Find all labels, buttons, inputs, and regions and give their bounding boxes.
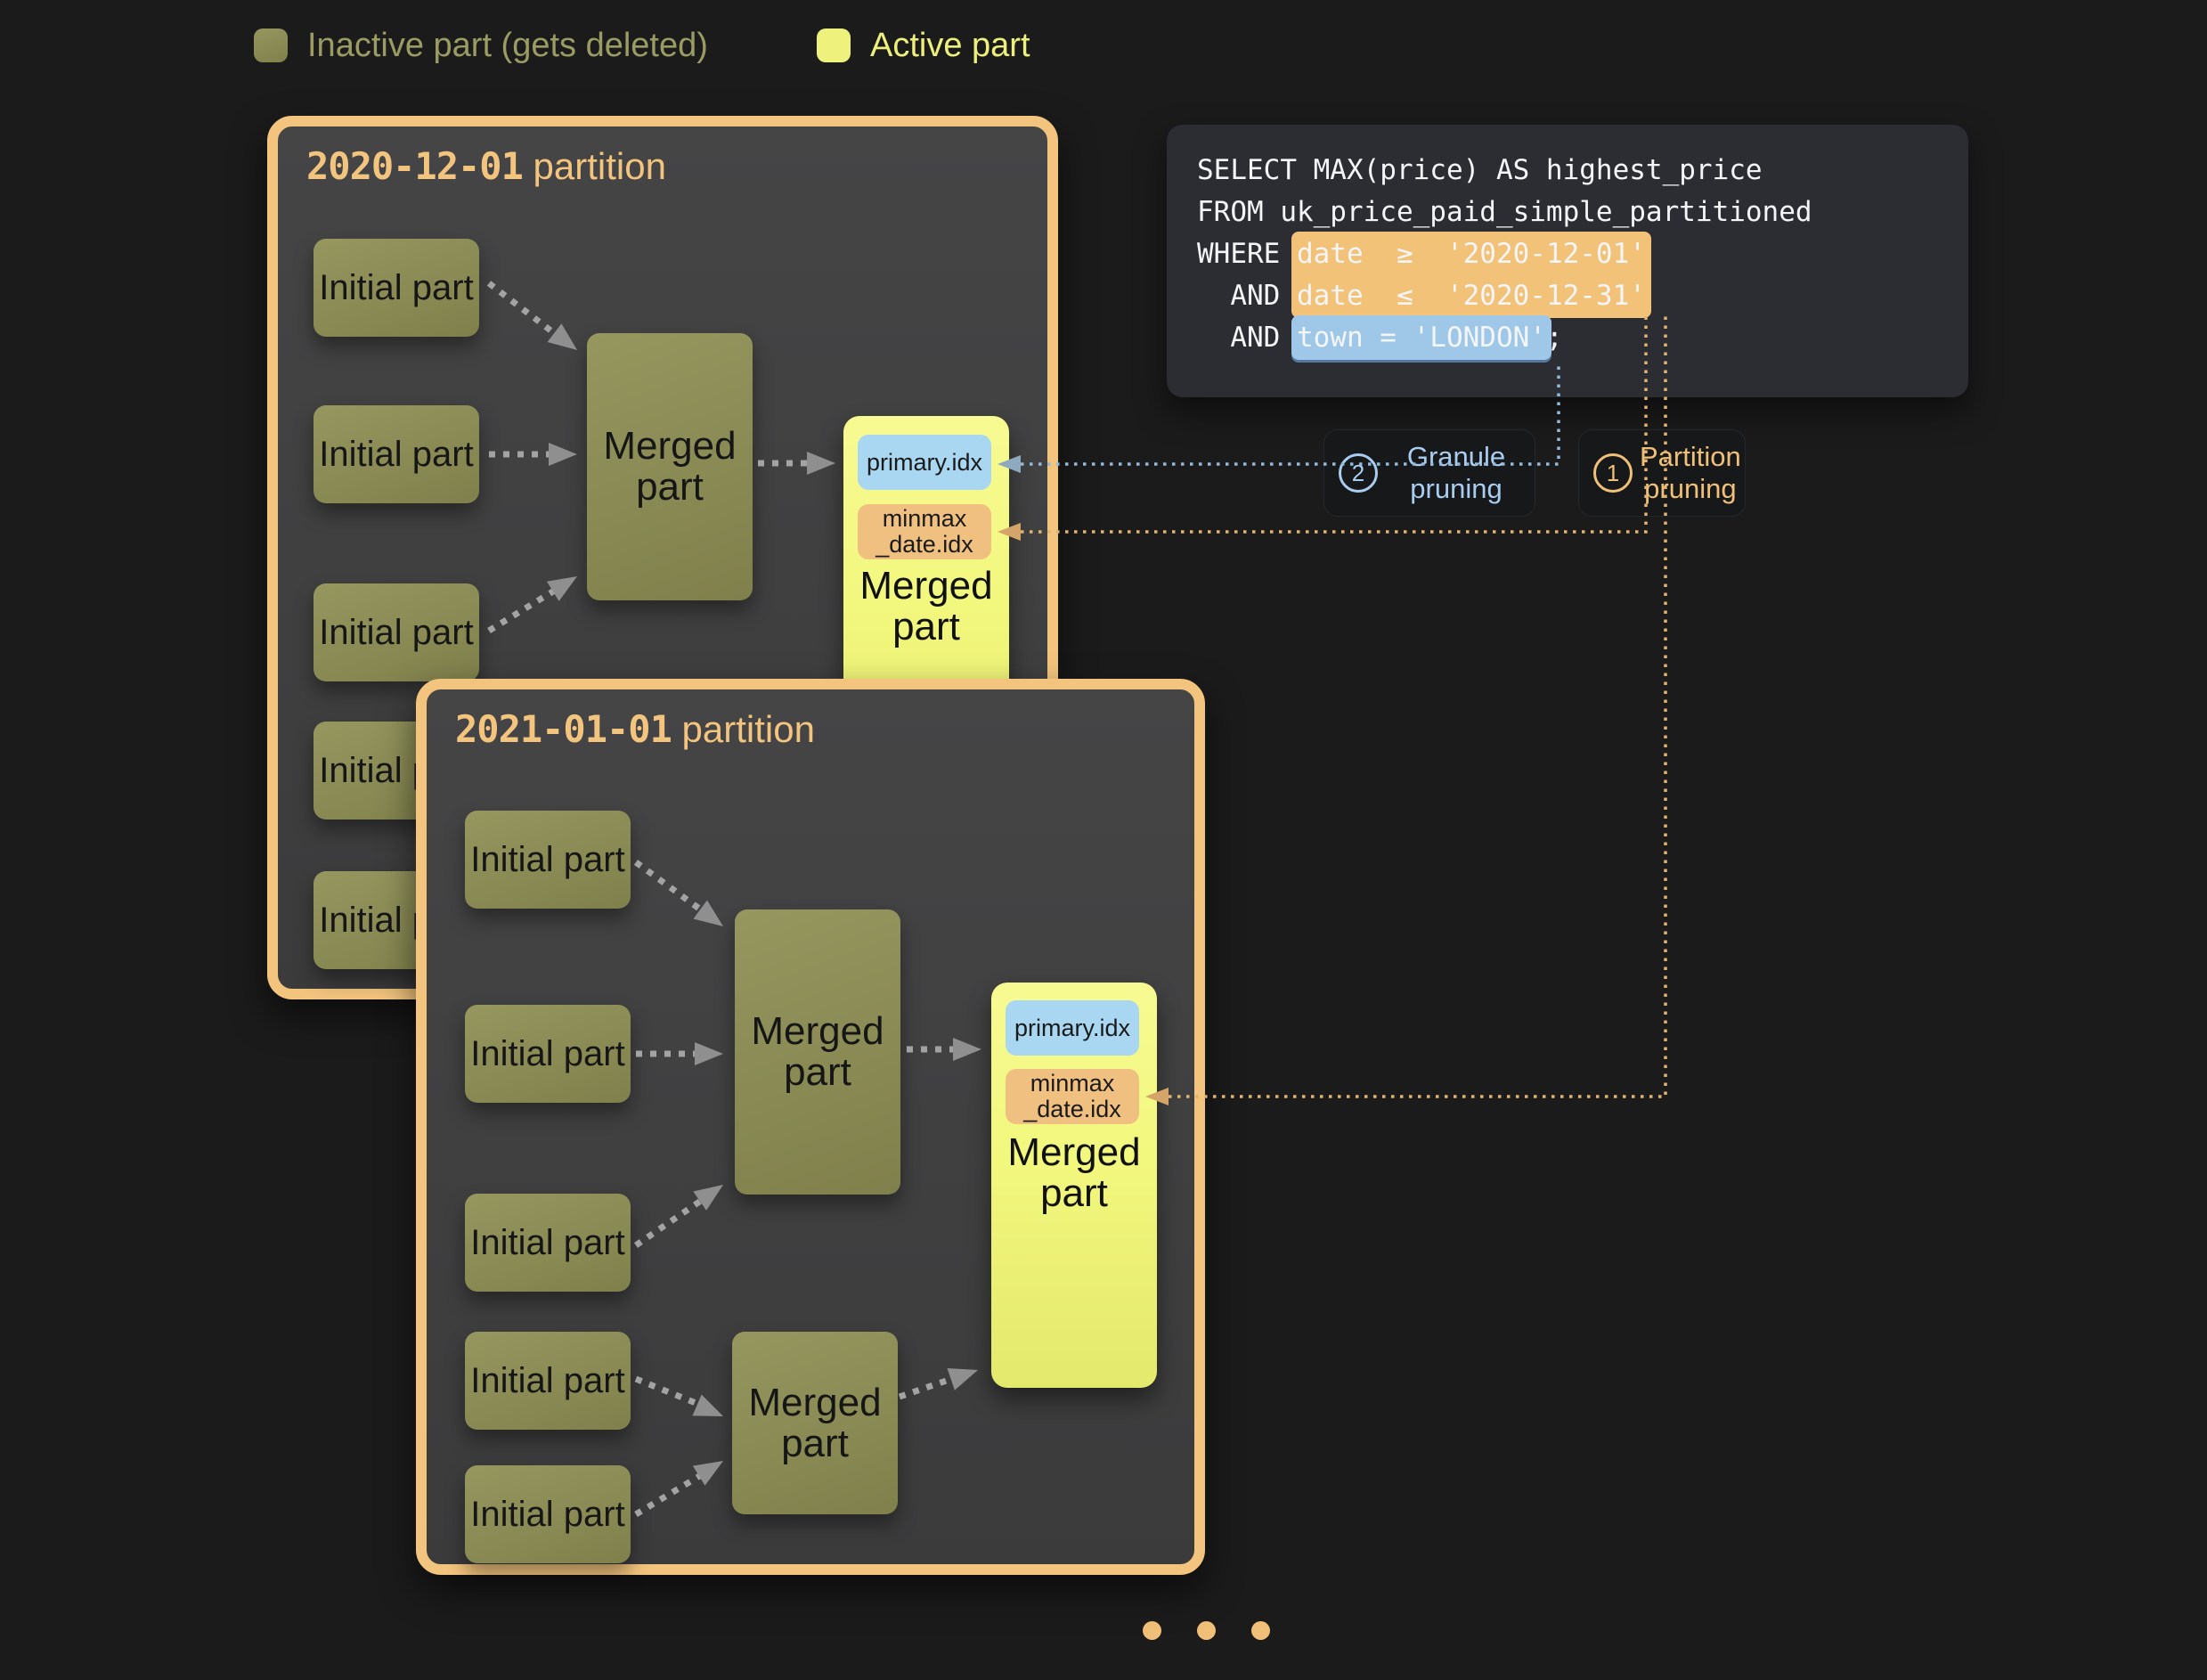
active-part-swatch (817, 29, 851, 62)
granule-pruning-label: 2 Granule pruning (1323, 429, 1535, 517)
partition-pruning-step-number: 1 (1593, 453, 1633, 493)
initial-part: Initial part (465, 1332, 631, 1430)
carousel-dot-3[interactable] (1251, 1621, 1270, 1640)
merged-part-active-label: Merged part (843, 566, 1009, 648)
partition-title-2021-01-01: 2021-01-01 partition (455, 707, 815, 751)
carousel-dot-2[interactable] (1197, 1621, 1216, 1640)
partition-title-suffix: partition (672, 708, 815, 750)
sql-semicolon: ; (1546, 322, 1563, 354)
partition-date: 2021-01-01 (455, 707, 672, 751)
sql-and-keyword-1: AND (1197, 280, 1297, 312)
granule-pruning-step-number: 2 (1339, 453, 1378, 493)
merged-part-inactive: Merged part (587, 333, 753, 600)
carousel-dot-1[interactable] (1143, 1621, 1161, 1640)
sql-and-keyword-2: AND (1197, 322, 1297, 354)
granule-pruning-text-line2: pruning (1389, 473, 1524, 505)
partition-title-suffix: partition (523, 145, 666, 187)
partition-pruning-text-line2: pruning (1640, 473, 1741, 505)
partition-title-2020-12-01: 2020-12-01 partition (306, 144, 666, 188)
initial-part: Initial part (314, 583, 479, 681)
minmax-date-idx-badge: minmax _date.idx (858, 504, 991, 559)
granule-pruning-text-line1: Granule (1389, 441, 1524, 473)
inactive-part-swatch (254, 29, 288, 62)
minmax-date-idx-badge: minmax _date.idx (1006, 1069, 1139, 1124)
merged-part-active-label: Merged part (991, 1132, 1157, 1214)
initial-part: Initial part (465, 811, 631, 909)
active-part-legend-label: Active part (870, 27, 1030, 64)
sql-date-gte-highlight: date ≥ '2020-12-01' (1291, 232, 1651, 276)
sql-query-panel: SELECT MAX(price) AS highest_price FROM … (1167, 125, 1968, 397)
primary-idx-badge: primary.idx (858, 435, 991, 490)
inactive-part-legend-label: Inactive part (gets deleted) (307, 27, 708, 64)
sql-query-code: SELECT MAX(price) AS highest_price FROM … (1197, 150, 1812, 359)
merged-part-inactive: Merged part (735, 909, 900, 1195)
initial-part: Initial part (314, 405, 479, 503)
merged-part-active: primary.idx minmax _date.idx Merged part (991, 983, 1157, 1388)
initial-part: Initial part (465, 1465, 631, 1563)
sql-line-select: SELECT MAX(price) AS highest_price (1197, 154, 1763, 186)
initial-part: Initial part (314, 239, 479, 337)
sql-where-keyword: WHERE (1197, 238, 1297, 270)
merged-part-inactive: Merged part (732, 1332, 898, 1514)
initial-part: Initial part (465, 1194, 631, 1292)
initial-part: Initial part (465, 1005, 631, 1103)
partition-pruning-text-line1: Partition (1640, 441, 1741, 473)
sql-date-lte-highlight: date ≤ '2020-12-31' (1291, 273, 1651, 318)
primary-idx-badge: primary.idx (1006, 1000, 1139, 1056)
sql-town-highlight: town = 'LONDON' (1291, 315, 1551, 360)
partition-pruning-label: 1 Partition pruning (1578, 429, 1746, 517)
sql-line-from: FROM uk_price_paid_simple_partitioned (1197, 196, 1812, 228)
partition-date: 2020-12-01 (306, 144, 523, 188)
diagram-canvas: Inactive part (gets deleted) Active part… (0, 0, 2207, 1680)
